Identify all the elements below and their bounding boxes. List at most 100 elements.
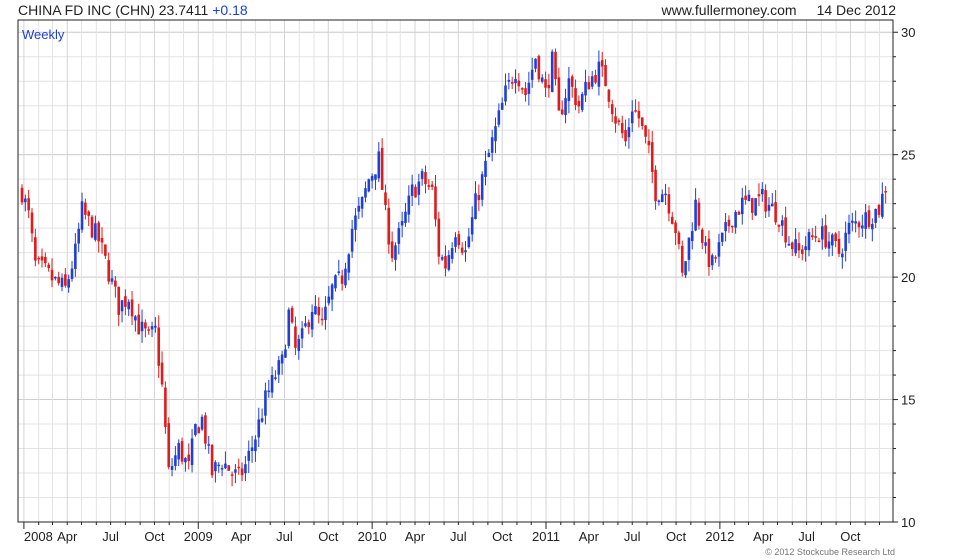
candle-body [670,216,674,224]
candle-body [680,245,684,273]
candle-body [507,79,511,82]
candle-body [837,238,841,254]
candle-body [214,462,217,472]
candle-body [740,197,744,215]
candle-body [224,463,227,469]
candle-body [801,249,804,254]
candle-body [270,374,274,393]
candle-body [714,257,717,259]
candle-body [364,188,367,198]
candle-body [90,216,94,238]
candle-body [674,222,677,234]
candle-body [294,326,297,348]
candle-body [547,84,551,89]
x-tick-label: Oct [492,529,513,544]
candle-body [817,240,821,243]
candle-body [784,217,787,243]
candle-body [500,102,504,110]
candle-body [410,184,414,196]
candle-body [97,222,100,242]
x-tick-label: 2010 [358,529,387,544]
candle-body [544,79,547,88]
candle-body [664,193,667,196]
candle-body [627,127,631,138]
candle-body [257,419,261,438]
candle-body [334,275,337,289]
candle-body [114,280,117,287]
candle-body [620,122,624,134]
candle-body [74,243,77,269]
candle-body [707,238,711,267]
candle-body [180,441,184,462]
candle-body [440,257,444,260]
candle-body [140,321,144,332]
candle-body [370,175,374,181]
x-axis: 2008 Apr Jul Oct 2009 Apr Jul Oct 2010 Apr Jul Oct 2… [23,522,880,544]
candle-body [387,207,391,245]
candle-body [877,204,881,215]
candle-body [704,242,707,246]
candle-body [144,322,147,329]
candle-body [297,338,301,351]
candle-body [610,104,614,115]
candle-body [360,196,364,209]
candle-body [657,200,661,202]
candle-body [647,140,651,146]
x-tick-label: Apr [753,529,774,544]
x-tick-label: 2009 [184,529,213,544]
candle-body [150,326,154,330]
candle-body [190,438,194,466]
candle-body [200,416,204,430]
x-tick-label: 2011 [532,529,560,544]
candle-body [60,277,64,287]
candle-body [377,151,381,179]
candle-body [520,88,524,90]
candle-body [774,202,777,223]
x-tick-label: Jul [276,529,293,544]
candle-body [444,256,447,269]
candle-body [851,220,854,223]
candle-body [831,234,834,246]
candle-body [37,257,40,260]
candle-body [754,198,757,216]
candle-body [884,191,887,193]
candle-body [797,243,801,251]
candle-body [770,203,774,207]
candle-body [811,235,814,238]
candle-body [414,186,417,198]
candle-body [644,125,647,137]
candle-body [87,211,90,216]
candle-body [450,247,454,259]
candle-body [317,306,321,316]
candle-body [881,193,884,217]
candle-body [624,129,627,142]
candle-body [470,217,474,235]
candle-body [400,221,404,226]
candle-body [340,275,344,284]
candle-body [694,199,697,231]
candle-body [397,228,401,244]
candle-body [170,466,174,470]
candle-body [524,88,527,95]
x-tick-label: Oct [318,529,339,544]
candle-body [841,253,844,258]
candle-body [184,458,187,463]
candle-body [64,274,67,286]
candle-body [734,212,737,228]
candle-body [790,242,794,250]
candle-body [350,228,354,252]
candle-body [280,354,284,364]
candle-body [394,245,397,260]
candle-body [874,208,877,223]
candle-body [197,427,201,434]
candle-body [760,188,764,195]
candle-body [320,318,324,321]
period-label: Weekly [22,27,65,42]
candle-body [207,444,211,446]
y-tick-label: 10 [901,515,915,530]
candle-body [540,77,544,82]
candle-body [650,142,654,172]
candle-body [480,174,484,200]
candle-body [40,256,44,261]
candle-body [730,225,734,228]
